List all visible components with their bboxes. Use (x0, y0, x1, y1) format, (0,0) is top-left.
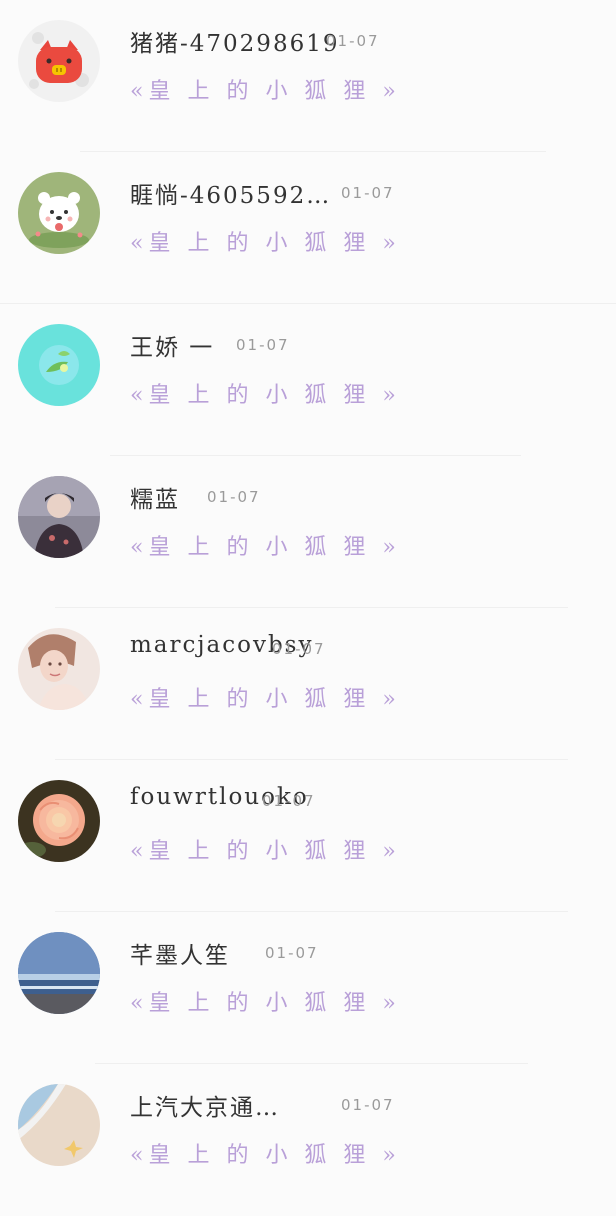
message-preview: «皇 上 的 小 狐 狸 » (130, 1143, 401, 1168)
message-time: 01-07 (326, 32, 380, 50)
message-time: 01-07 (341, 1096, 395, 1114)
message-time: 01-07 (207, 488, 261, 506)
message-time: 01-07 (341, 184, 395, 202)
message-preview: «皇 上 的 小 狐 狸 » (130, 231, 401, 256)
message-preview: «皇 上 的 小 狐 狸 » (130, 839, 401, 864)
portrait-photo-icon[interactable] (18, 628, 100, 710)
conversation-item[interactable]: 糯蓝 01-07 «皇 上 的 小 狐 狸 » (0, 456, 616, 608)
message-time: 01-07 (265, 944, 319, 962)
conversation-item[interactable]: 上汽大京通… 01-07 «皇 上 的 小 狐 狸 » (0, 1064, 616, 1216)
conversation-item[interactable]: 睚惝-4605592… 01-07 «皇 上 的 小 狐 狸 » (0, 152, 616, 304)
conversation-item[interactable]: 芊墨人笙 01-07 «皇 上 的 小 狐 狸 » (0, 912, 616, 1064)
message-preview: «皇 上 的 小 狐 狸 » (130, 535, 401, 560)
contact-name: 王娇 一 (130, 335, 215, 361)
message-preview: «皇 上 的 小 狐 狸 » (130, 687, 401, 712)
contact-name: 猪猪-470298619 (130, 31, 340, 57)
message-time: 01-07 (262, 792, 316, 810)
pig-face-icon[interactable] (18, 20, 100, 102)
sea-photo-icon[interactable] (18, 932, 100, 1014)
contact-name: 芊墨人笙 (130, 943, 230, 969)
leaf-cup-icon[interactable] (18, 324, 100, 406)
message-preview: «皇 上 的 小 狐 狸 » (130, 991, 401, 1016)
message-time: 01-07 (272, 640, 326, 658)
beach-photo-icon[interactable] (18, 1084, 100, 1166)
message-preview: «皇 上 的 小 狐 狸 » (130, 383, 401, 408)
message-preview: «皇 上 的 小 狐 狸 » (130, 79, 401, 104)
message-time: 01-07 (236, 336, 290, 354)
contact-name: 上汽大京通… (130, 1095, 280, 1121)
conversation-list: 猪猪-470298619 01-07 «皇 上 的 小 狐 狸 » 睚惝-460… (0, 0, 616, 1168)
conversation-item[interactable]: marcjacovbsy 01-07 «皇 上 的 小 狐 狸 » (0, 608, 616, 760)
conversation-item[interactable]: 王娇 一 01-07 «皇 上 的 小 狐 狸 » (0, 304, 616, 456)
conversation-item[interactable]: 猪猪-470298619 01-07 «皇 上 的 小 狐 狸 » (0, 0, 616, 152)
contact-name: 睚惝-4605592… (130, 183, 332, 209)
conversation-item[interactable]: fouwrtlouoko 01-07 «皇 上 的 小 狐 狸 » (0, 760, 616, 912)
bear-cartoon-icon[interactable] (18, 172, 100, 254)
rose-photo-icon[interactable] (18, 780, 100, 862)
person-photo-icon[interactable] (18, 476, 100, 558)
contact-name: 糯蓝 (130, 487, 180, 513)
